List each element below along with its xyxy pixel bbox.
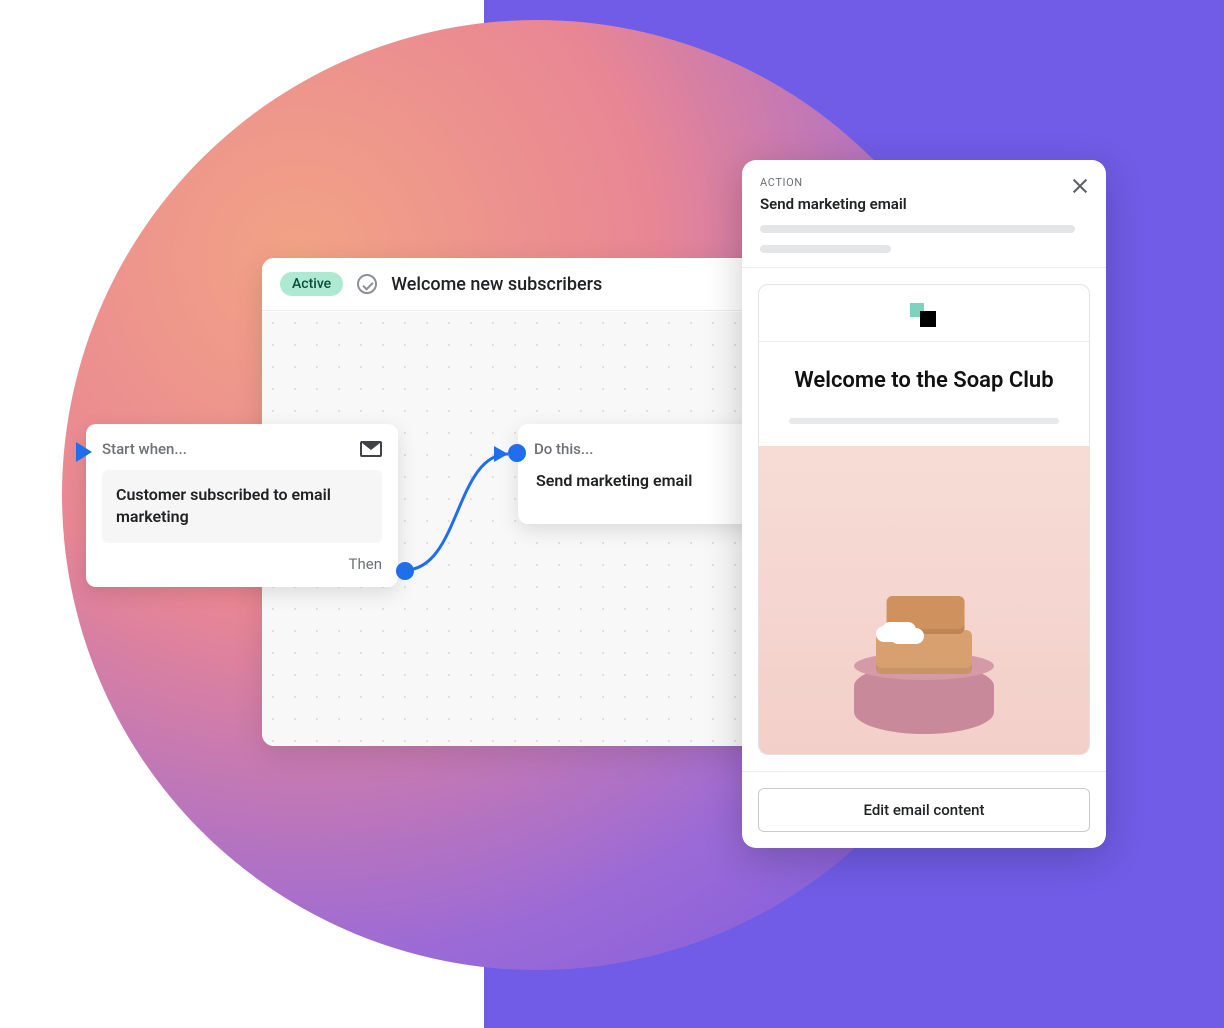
action-header-label: Do this... <box>534 440 593 458</box>
email-preview-hero-image <box>759 446 1089 754</box>
brand-logo-icon <box>910 303 938 327</box>
pedestal-shape <box>854 664 994 734</box>
action-panel-section-label: ACTION <box>760 176 1088 189</box>
email-preview-card[interactable]: Welcome to the Soap Club <box>758 284 1090 755</box>
email-preview-title: Welcome to the Soap Club <box>759 342 1089 404</box>
workflow-title: Welcome new subscribers <box>391 274 602 295</box>
checkmark-circle-icon <box>357 274 377 294</box>
action-panel-title: Send marketing email <box>760 195 1088 213</box>
status-badge: Active <box>280 272 343 296</box>
action-panel-header: ACTION Send marketing email <box>742 160 1106 268</box>
edit-email-content-button[interactable]: Edit email content <box>758 788 1090 832</box>
skeleton-line <box>760 225 1075 233</box>
trigger-header-label: Start when... <box>102 440 187 458</box>
trigger-then-row: Then <box>102 543 382 573</box>
close-icon[interactable] <box>1068 174 1092 198</box>
skeleton-line <box>760 245 891 253</box>
trigger-node-body: Customer subscribed to email marketing <box>102 470 382 543</box>
foam-shape <box>876 626 910 642</box>
action-panel-footer: Edit email content <box>742 771 1106 848</box>
connector-port-in[interactable] <box>508 444 526 462</box>
email-preview-divider <box>789 418 1059 424</box>
connector-arrowhead-icon <box>494 446 508 462</box>
action-panel: ACTION Send marketing email Welcome to t… <box>742 160 1106 848</box>
mail-icon <box>360 441 382 457</box>
email-preview-logo-row <box>759 285 1089 342</box>
trigger-node-header: Start when... <box>102 440 382 458</box>
start-arrow-icon <box>76 442 92 462</box>
trigger-node[interactable]: Start when... Customer subscribed to ema… <box>86 424 398 587</box>
action-panel-body: Welcome to the Soap Club <box>742 268 1106 771</box>
then-label: Then <box>349 555 382 573</box>
